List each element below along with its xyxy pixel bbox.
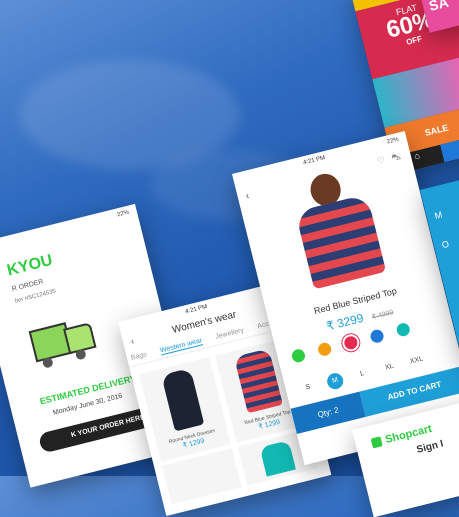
promo-corner-text: SA — [427, 0, 451, 14]
size-option-l[interactable]: L — [353, 365, 372, 384]
bag-icon[interactable]: ⛍ — [390, 151, 402, 165]
product-image — [233, 348, 283, 414]
product-image — [259, 440, 296, 477]
back-icon[interactable]: ‹ — [245, 191, 251, 202]
product-old-price: ₹ 4999 — [371, 309, 395, 322]
status-time: 4:21 PM — [184, 304, 208, 316]
size-option-s[interactable]: S — [298, 378, 317, 397]
quantity-selector[interactable]: Qty: 2 — [290, 391, 366, 435]
status-time: 4:21 PM — [302, 155, 326, 167]
battery-level: 22% — [116, 209, 130, 219]
product-tile[interactable]: Round Neck Dresses ₹ 1299 — [139, 356, 231, 462]
delivery-truck-illustration — [27, 309, 97, 372]
product-image — [161, 367, 205, 432]
scene: { "status": {"battery": "22%", "time": "… — [0, 0, 459, 517]
tab-western-wear[interactable]: Western wear — [159, 337, 204, 356]
model-top — [295, 193, 387, 290]
color-swatch-green[interactable] — [290, 347, 307, 364]
product-price: ₹ 3299 — [324, 310, 365, 334]
product-hero-image — [280, 163, 396, 301]
size-option-xxl[interactable]: XXL — [407, 351, 426, 370]
size-option-m[interactable]: M — [325, 371, 345, 391]
size-option-xl[interactable]: XL — [380, 358, 399, 377]
heart-icon[interactable]: ♡ — [376, 155, 386, 168]
tab-jewellery[interactable]: Jewellery — [215, 327, 245, 342]
color-swatch-orange[interactable] — [316, 341, 333, 358]
color-swatch-blue[interactable] — [369, 328, 385, 345]
color-swatch-red[interactable] — [342, 334, 359, 351]
battery-level: 22% — [386, 136, 400, 146]
tab-bags[interactable]: Bags — [130, 351, 147, 363]
color-swatch-teal[interactable] — [395, 321, 412, 338]
